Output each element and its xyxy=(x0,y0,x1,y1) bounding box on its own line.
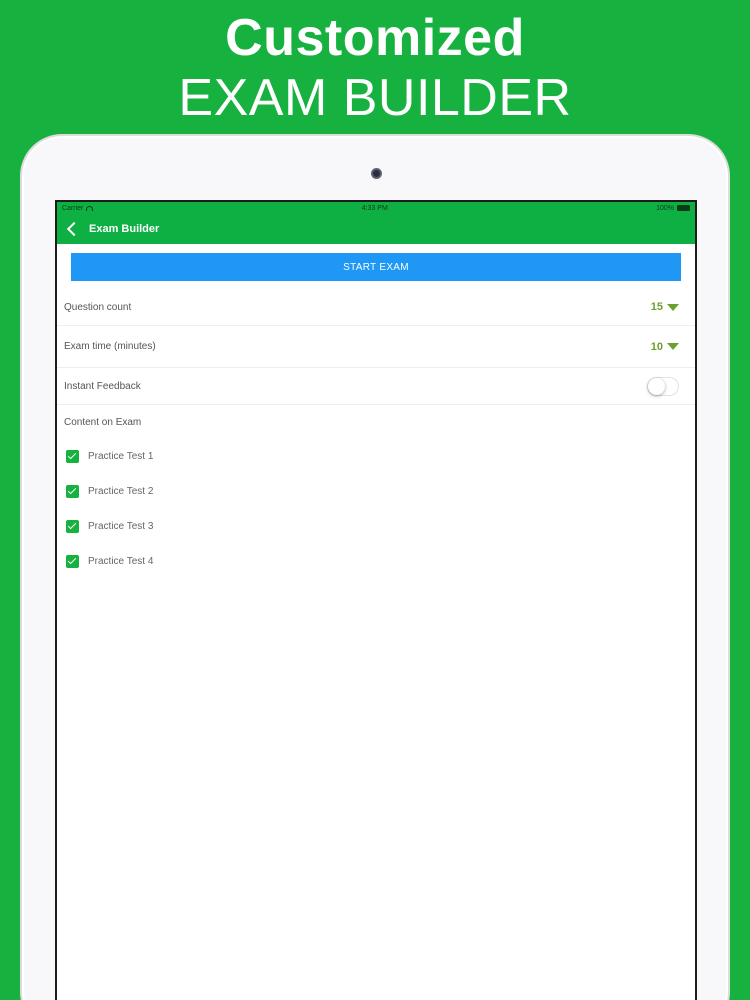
checkbox-checked-icon[interactable] xyxy=(66,450,79,463)
question-count-label: Question count xyxy=(64,301,132,313)
battery-icon xyxy=(677,205,690,211)
status-right: 100% xyxy=(656,205,690,212)
exam-time-value: 10 xyxy=(650,340,663,353)
dropdown-arrow-icon xyxy=(667,343,679,350)
status-left: Carrier xyxy=(62,204,94,212)
practice-test-label: Practice Test 4 xyxy=(88,556,154,567)
list-item-practice-test-3[interactable]: Practice Test 3 xyxy=(57,509,695,544)
toggle-knob xyxy=(648,377,665,395)
list-item-practice-test-1[interactable]: Practice Test 1 xyxy=(57,439,695,474)
practice-test-label: Practice Test 1 xyxy=(88,451,154,462)
camera-icon xyxy=(371,168,382,179)
checkbox-checked-icon[interactable] xyxy=(66,520,79,533)
checkbox-checked-icon[interactable] xyxy=(66,555,79,568)
instant-feedback-label: Instant Feedback xyxy=(64,380,141,392)
carrier-label: Carrier xyxy=(62,204,84,212)
content-checklist: Practice Test 1 Practice Test 2 Practice… xyxy=(57,439,695,579)
content-section-header: Content on Exam xyxy=(57,405,695,439)
promo-title-line2: EXAM BUILDER xyxy=(178,69,572,127)
start-exam-button[interactable]: START EXAM xyxy=(71,253,681,281)
question-count-row[interactable]: Question count 15 xyxy=(57,289,695,326)
battery-percent: 100% xyxy=(656,204,674,212)
exam-time-dropdown[interactable]: 10 xyxy=(651,341,679,353)
practice-test-label: Practice Test 2 xyxy=(88,486,154,497)
wifi-icon xyxy=(86,205,94,211)
status-time: 4:33 PM xyxy=(361,204,388,212)
instant-feedback-toggle[interactable] xyxy=(647,376,679,396)
checkbox-checked-icon[interactable] xyxy=(66,485,79,498)
list-item-practice-test-4[interactable]: Practice Test 4 xyxy=(57,544,695,579)
question-count-dropdown[interactable]: 15 xyxy=(651,301,679,313)
page-title: Exam Builder xyxy=(89,223,160,235)
exam-time-row[interactable]: Exam time (minutes) 10 xyxy=(57,326,695,368)
exam-time-label: Exam time (minutes) xyxy=(64,341,156,352)
promo-title-line1: Customized xyxy=(225,9,525,67)
exam-builder-content: START EXAM Question count 15 Exam time (… xyxy=(57,253,695,579)
list-item-practice-test-2[interactable]: Practice Test 2 xyxy=(57,474,695,509)
app-screen: Carrier 4:33 PM 100% Exam Builder START … xyxy=(55,200,697,1000)
promo-header: Customized EXAM BUILDER xyxy=(0,8,750,128)
question-count-value: 15 xyxy=(650,301,663,313)
tablet-frame: Carrier 4:33 PM 100% Exam Builder START … xyxy=(20,134,730,1000)
status-bar: Carrier 4:33 PM 100% xyxy=(57,202,695,214)
instant-feedback-row: Instant Feedback xyxy=(57,368,695,405)
back-chevron-icon[interactable] xyxy=(66,221,82,237)
dropdown-arrow-icon xyxy=(667,303,679,311)
nav-bar: Exam Builder xyxy=(57,214,695,244)
content-section-label: Content on Exam xyxy=(64,416,142,428)
practice-test-label: Practice Test 3 xyxy=(88,521,154,532)
